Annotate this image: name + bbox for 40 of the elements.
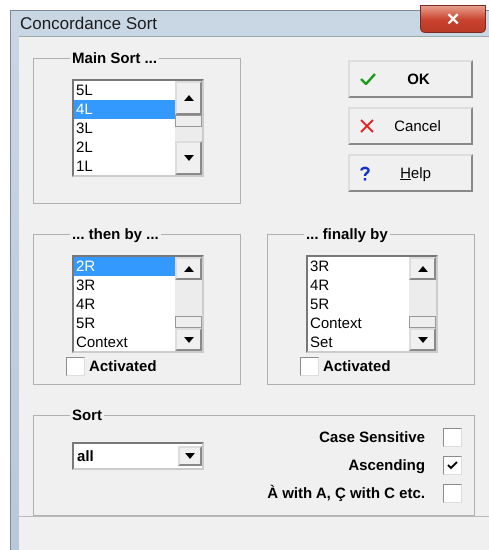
close-icon [360,119,374,133]
checkbox-label: À with A, Ç with C etc. [267,485,425,502]
dropdown[interactable]: all [72,442,204,470]
checkbox[interactable] [443,456,462,475]
scroll-down-icon [184,336,194,342]
list-box[interactable]: 2R 3R 4R 5R Context [72,255,204,353]
checkbox[interactable] [66,357,85,376]
checkbox[interactable] [443,484,462,503]
checkbox-label: Activated [89,358,157,375]
list-box[interactable]: 3R 4R 5R Context Set [306,255,438,353]
scrollbar[interactable] [175,81,202,175]
scrollbar[interactable] [409,257,436,351]
scroll-thumb[interactable] [409,316,436,328]
scrollbar[interactable] [175,257,202,351]
checkbox-label: Ascending [348,457,425,474]
checkbox-label: Activated [323,358,391,375]
window-title: Concordance Sort [20,14,158,34]
close-button[interactable]: ✕ [420,5,486,33]
checkbox[interactable] [300,357,319,376]
scroll-up-icon [184,95,194,101]
scroll-down-icon [185,453,195,459]
scroll-down-icon [418,336,428,342]
scroll-up-icon [418,266,428,272]
scroll-thumb[interactable] [175,316,202,328]
group-label: Sort [71,407,103,424]
cancel-button[interactable]: Cancel [348,107,473,145]
list-box[interactable]: 5L 4L 3L 2L 1L [72,79,204,177]
scroll-up-icon [184,266,194,272]
checkmark-icon [447,461,458,470]
group-label: Main Sort ... [71,50,158,67]
ok-button[interactable]: OK [348,60,473,98]
group-label: ... then by ... [71,226,160,243]
checkbox-label: Case Sensitive [319,429,425,446]
help-button[interactable]: Help [348,154,473,192]
checkbox[interactable] [443,428,462,447]
scroll-thumb[interactable] [175,115,202,127]
scroll-down-icon [184,155,194,161]
group-label: ... finally by [305,226,389,243]
help-icon [360,166,370,180]
checkmark-icon [360,73,376,85]
